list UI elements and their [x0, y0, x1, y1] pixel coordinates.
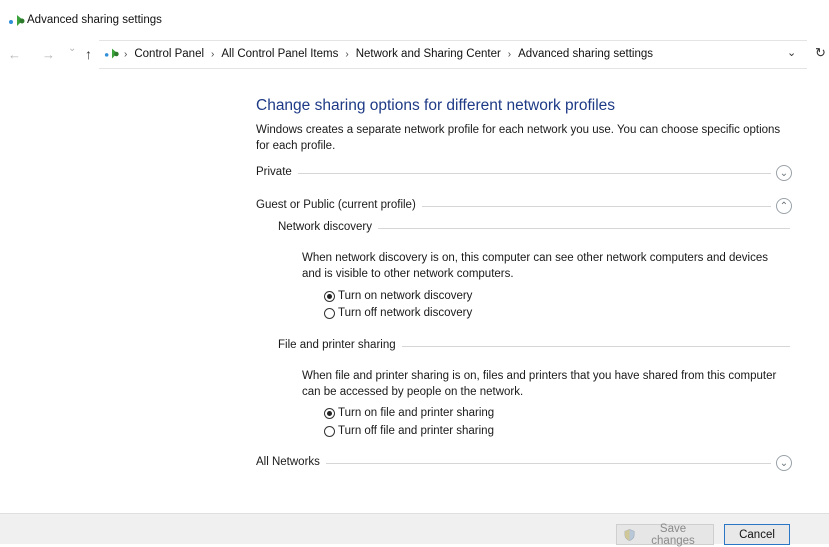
- cancel-button[interactable]: Cancel: [724, 524, 790, 545]
- recent-locations-button[interactable]: ⌄: [68, 43, 76, 54]
- radio-label: Turn on file and printer sharing: [338, 407, 495, 419]
- chevron-right-icon[interactable]: ›: [211, 49, 214, 60]
- chevron-down-icon: ⌄: [779, 167, 789, 179]
- shield-icon: [624, 528, 635, 541]
- network-sharing-icon: [9, 15, 25, 26]
- turn-on-file-printer-sharing-radio[interactable]: Turn on file and printer sharing: [324, 407, 494, 419]
- file-printer-sharing-heading: File and printer sharing: [278, 339, 402, 351]
- radio-label: Turn off network discovery: [338, 307, 473, 319]
- forward-button[interactable]: →: [42, 47, 55, 62]
- breadcrumb: › Control Panel › All Control Panel Item…: [124, 48, 653, 60]
- arrow-up-icon: ↑: [85, 46, 92, 62]
- address-dropdown-button[interactable]: ⌄: [787, 46, 796, 59]
- title-bar: Advanced sharing settings: [0, 0, 829, 40]
- profile-all-networks-label[interactable]: All Networks: [256, 456, 326, 468]
- turn-off-file-printer-sharing-radio[interactable]: Turn off file and printer sharing: [324, 425, 494, 437]
- chevron-right-icon[interactable]: ›: [124, 49, 127, 60]
- page-description: Windows creates a separate network profi…: [256, 124, 781, 152]
- file-printer-sharing-description: When file and printer sharing is on, fil…: [302, 370, 777, 398]
- arrow-right-icon: →: [42, 47, 55, 62]
- profile-guest-public-label[interactable]: Guest or Public (current profile): [256, 199, 422, 211]
- chevron-up-icon: ⌃: [779, 200, 789, 212]
- chevron-down-icon: ⌄: [68, 43, 77, 54]
- radio-unselected-icon: [324, 307, 335, 319]
- collapse-guest-public-button[interactable]: ⌃: [776, 198, 792, 214]
- turn-on-network-discovery-radio[interactable]: Turn on network discovery: [324, 290, 472, 302]
- page-title: Change sharing options for different net…: [256, 97, 616, 114]
- breadcrumb-network-and-sharing-center[interactable]: Network and Sharing Center: [356, 48, 501, 60]
- section-divider: [256, 173, 771, 174]
- section-divider: [256, 463, 771, 464]
- radio-selected-icon: [324, 290, 335, 302]
- radio-label: Turn on network discovery: [338, 290, 473, 302]
- turn-off-network-discovery-radio[interactable]: Turn off network discovery: [324, 307, 472, 319]
- breadcrumb-control-panel[interactable]: Control Panel: [134, 48, 204, 60]
- refresh-button[interactable]: ↻: [815, 45, 826, 61]
- profile-private-label[interactable]: Private: [256, 166, 298, 178]
- window-title: Advanced sharing settings: [27, 14, 162, 26]
- refresh-icon: ↻: [815, 45, 826, 60]
- expand-all-networks-button[interactable]: ⌄: [776, 455, 792, 471]
- radio-selected-icon: [324, 407, 335, 419]
- breadcrumb-all-control-panel-items[interactable]: All Control Panel Items: [221, 48, 338, 60]
- radio-label: Turn off file and printer sharing: [338, 425, 494, 437]
- expand-private-button[interactable]: ⌄: [776, 165, 792, 181]
- back-button[interactable]: ←: [8, 47, 21, 62]
- breadcrumb-advanced-sharing-settings[interactable]: Advanced sharing settings: [518, 48, 653, 60]
- chevron-right-icon[interactable]: ›: [508, 49, 511, 60]
- up-button[interactable]: ↑: [85, 46, 92, 62]
- arrow-left-icon: ←: [8, 47, 21, 62]
- network-discovery-description: When network discovery is on, this compu…: [302, 252, 768, 280]
- radio-unselected-icon: [324, 425, 335, 437]
- network-sharing-icon: [104, 48, 119, 59]
- save-changes-button[interactable]: Save changes: [616, 523, 714, 547]
- chevron-right-icon[interactable]: ›: [345, 49, 348, 60]
- network-discovery-heading: Network discovery: [278, 221, 378, 233]
- chevron-down-icon: ⌄: [779, 457, 789, 469]
- chevron-down-icon: ⌄: [787, 47, 797, 59]
